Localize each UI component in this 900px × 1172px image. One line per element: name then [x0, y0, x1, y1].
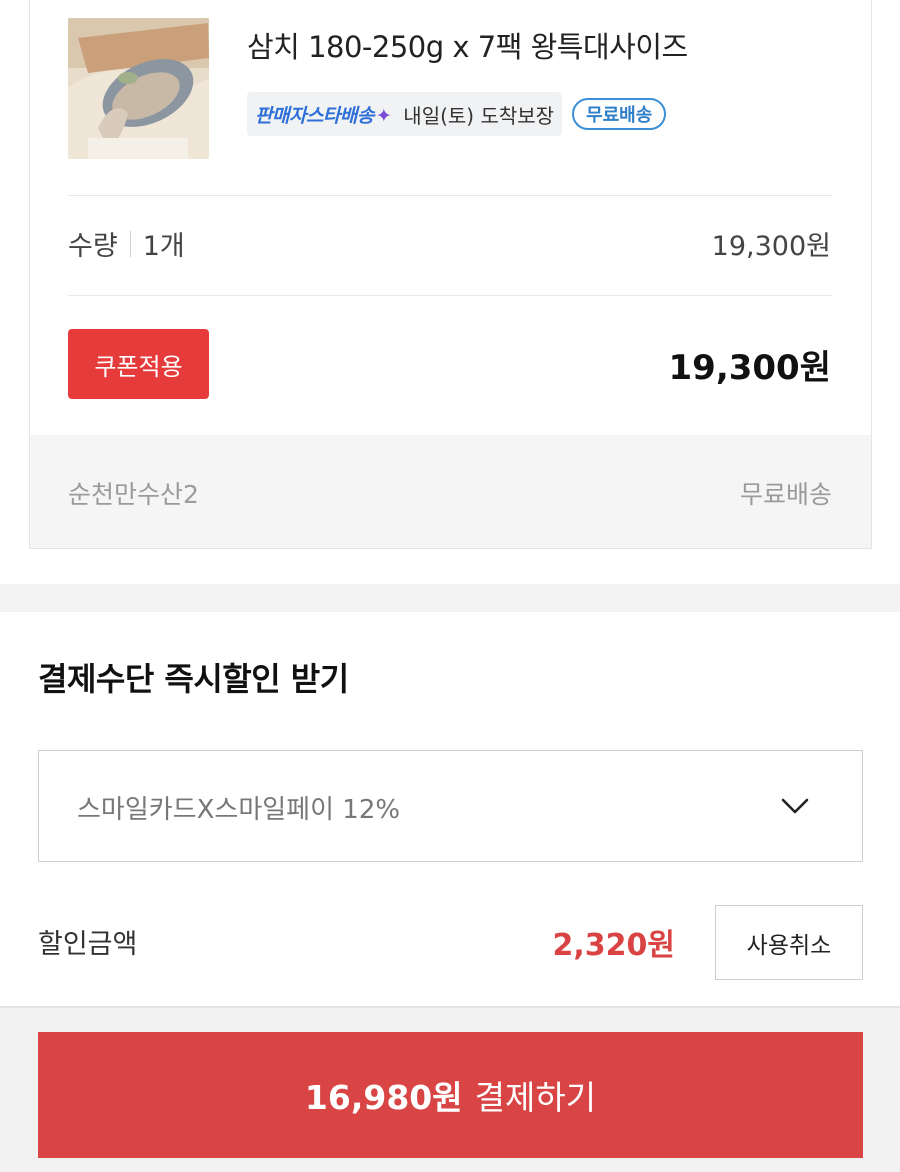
- delivery-chip: 판매자스타배송 ✦ 내일(토) 도착보장: [247, 92, 563, 136]
- delivery-info: 판매자스타배송 ✦ 내일(토) 도착보장 무료배송: [247, 92, 667, 136]
- arrival-guarantee: 내일(토) 도착보장: [403, 103, 555, 128]
- pay-button[interactable]: 16,980원 결제하기: [38, 1032, 863, 1158]
- quantity-row: 수량 1개: [68, 224, 185, 263]
- separator: [129, 230, 131, 257]
- divider: [68, 195, 832, 196]
- divider: [68, 295, 832, 296]
- seller-name[interactable]: 순천만수산2: [68, 475, 199, 511]
- selected-payment-method: 스마일카드X스마일페이 12%: [77, 795, 401, 825]
- quantity-label: 수량: [68, 231, 118, 262]
- checkout-bar: 16,980원 결제하기: [0, 1006, 900, 1172]
- sparkle-icon: ✦: [375, 104, 392, 127]
- apply-coupon-button[interactable]: 쿠폰적용: [68, 329, 209, 399]
- seller-star-delivery-badge: 판매자스타배송 ✦: [255, 104, 392, 127]
- cancel-discount-button[interactable]: 사용취소: [715, 905, 863, 980]
- payment-method-select[interactable]: 스마일카드X스마일페이 12%: [38, 750, 863, 862]
- seller-row: 순천만수산2 무료배송: [30, 435, 871, 548]
- discount-amount-label: 할인금액: [38, 929, 138, 960]
- free-shipping-badge: 무료배송: [572, 98, 667, 130]
- unit-price: 19,300원: [711, 231, 831, 262]
- chevron-down-icon: [781, 798, 809, 814]
- seller-shipping-fee: 무료배송: [739, 480, 832, 509]
- product-total-price: 19,300원: [668, 348, 831, 388]
- discount-amount-value: 2,320원: [552, 928, 676, 963]
- quantity-value: 1개: [142, 231, 185, 262]
- section-separator: [0, 584, 900, 612]
- product-name[interactable]: 삼치 180-250g x 7팩 왕특대사이즈: [247, 24, 688, 66]
- fish-image-icon: [68, 18, 209, 159]
- product-card: 삼치 180-250g x 7팩 왕특대사이즈 판매자스타배송 ✦ 내일(토) 도…: [29, 0, 872, 549]
- payment-discount-title: 결제수단 즉시할인 받기: [38, 660, 349, 698]
- product-thumbnail[interactable]: [68, 18, 209, 159]
- order-page: 삼치 180-250g x 7팩 왕특대사이즈 판매자스타배송 ✦ 내일(토) 도…: [0, 0, 900, 1172]
- pay-amount: 16,980원: [304, 1078, 463, 1117]
- pay-label: 결제하기: [474, 1078, 597, 1117]
